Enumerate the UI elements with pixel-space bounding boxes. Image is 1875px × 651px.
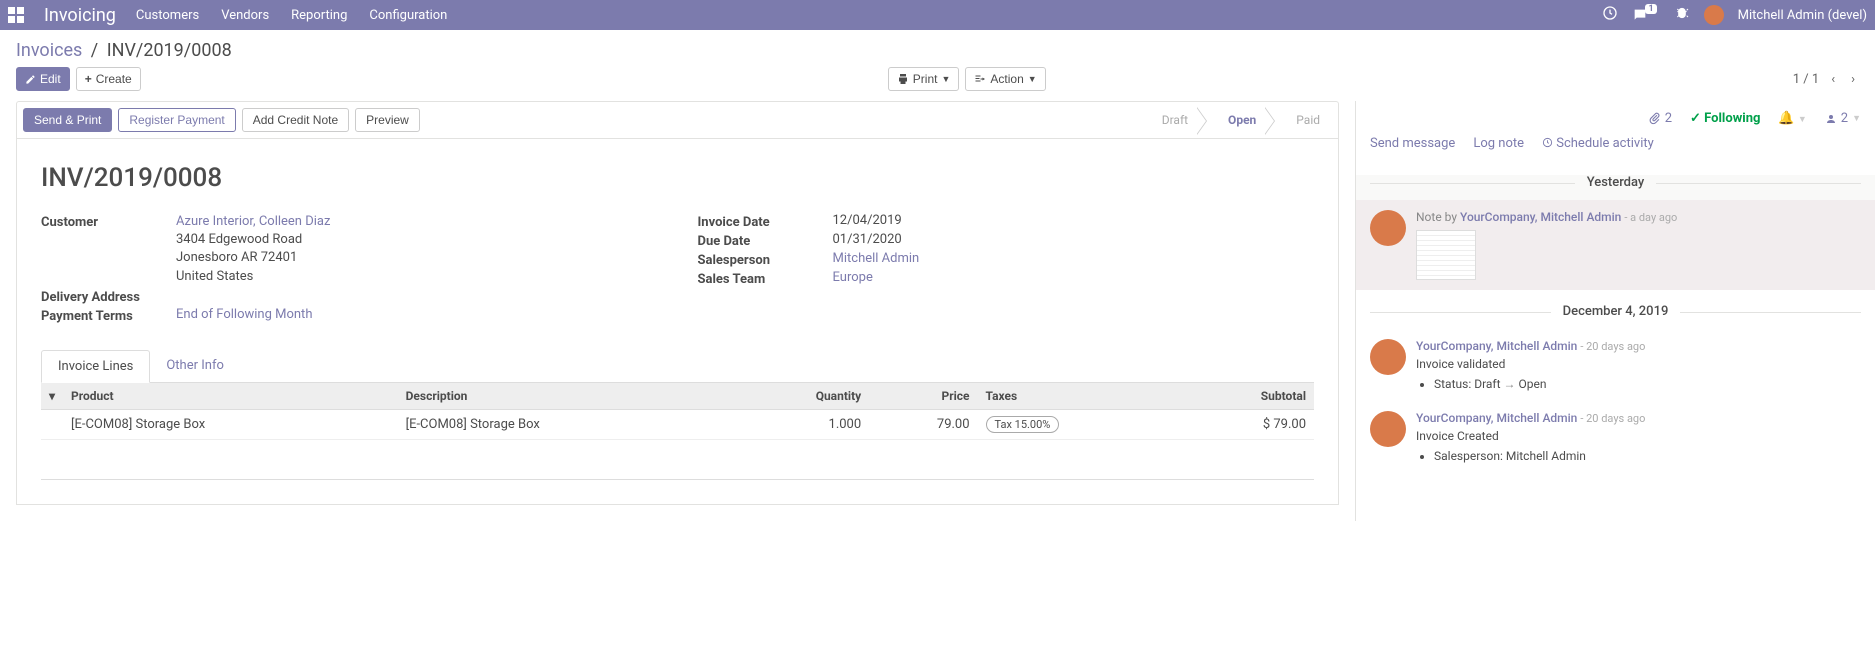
message-text: Invoice Created <box>1416 429 1861 443</box>
tab-other-info[interactable]: Other Info <box>150 350 240 382</box>
action-button[interactable]: Action▼ <box>965 67 1045 91</box>
pager-prev[interactable]: ‹ <box>1827 68 1839 91</box>
menu-vendors[interactable]: Vendors <box>221 8 269 23</box>
message-text: Invoice validated <box>1416 357 1861 371</box>
chat-icon[interactable]: 1 <box>1632 7 1659 23</box>
attachments-button[interactable]: 2 <box>1648 111 1672 126</box>
create-button[interactable]: +Create <box>76 67 141 91</box>
chatter: 2 Following 🔔 ▼ 2 ▼ Send message Log not… <box>1355 101 1875 521</box>
add-credit-note-button[interactable]: Add Credit Note <box>242 108 349 132</box>
preview-button[interactable]: Preview <box>355 108 420 132</box>
chat-badge: 1 <box>1645 4 1656 14</box>
date-separator: Yesterday <box>1356 175 1875 190</box>
breadcrumb-separator: / <box>91 40 98 61</box>
tax-badge: Tax 15.00% <box>986 416 1060 433</box>
message-time: - 20 days ago <box>1580 412 1645 425</box>
top-menu: Customers Vendors Reporting Configuratio… <box>136 8 447 23</box>
breadcrumb-root[interactable]: Invoices <box>16 40 82 61</box>
status-draft[interactable]: Draft <box>1140 107 1206 133</box>
message-author[interactable]: YourCompany, Mitchell Admin <box>1416 339 1577 353</box>
debug-icon[interactable] <box>1674 5 1690 25</box>
pager-next[interactable]: › <box>1847 68 1859 91</box>
menu-reporting[interactable]: Reporting <box>291 8 347 23</box>
avatar <box>1370 210 1406 246</box>
tabs: Invoice Lines Other Info <box>41 350 1314 383</box>
message-time: - a day ago <box>1624 211 1677 224</box>
address-line1: 3404 Edgewood Road <box>176 231 658 249</box>
label-sales-team: Sales Team <box>698 270 833 287</box>
apps-icon[interactable] <box>8 7 24 23</box>
message: YourCompany, Mitchell Admin - 20 days ag… <box>1356 329 1875 401</box>
breadcrumb-current: INV/2019/0008 <box>107 40 232 61</box>
salesperson-link[interactable]: Mitchell Admin <box>833 251 920 266</box>
message-time: - 20 days ago <box>1580 340 1645 353</box>
avatar <box>1370 411 1406 447</box>
address-country: United States <box>176 268 658 286</box>
status-steps: Draft Open Paid <box>1140 107 1338 133</box>
log-note-button[interactable]: Log note <box>1473 136 1524 151</box>
payment-terms-link[interactable]: End of Following Month <box>176 307 312 322</box>
date-separator: December 4, 2019 <box>1356 304 1875 319</box>
th-subtotal: Subtotal <box>1178 383 1314 410</box>
arrow-right-icon: → <box>1504 377 1516 391</box>
send-print-button[interactable]: Send & Print <box>23 108 112 132</box>
pager: 1 / 1 ‹ › <box>1793 68 1859 91</box>
table-row[interactable]: [E-COM08] Storage Box [E-COM08] Storage … <box>41 409 1314 439</box>
address-line2: Jonesboro AR 72401 <box>176 249 658 267</box>
cell-subtotal: $ 79.00 <box>1178 409 1314 439</box>
record-title: INV/2019/0008 <box>41 163 1314 193</box>
statusbar: Send & Print Register Payment Add Credit… <box>16 101 1339 139</box>
schedule-activity-button[interactable]: Schedule activity <box>1542 136 1654 151</box>
edit-button[interactable]: Edit <box>16 67 70 91</box>
message: YourCompany, Mitchell Admin - 20 days ag… <box>1356 401 1875 473</box>
th-taxes: Taxes <box>978 383 1178 410</box>
invoice-lines-table: ▾ Product Description Quantity Price Tax… <box>41 383 1314 480</box>
expand-column[interactable]: ▾ <box>41 383 63 410</box>
register-payment-button[interactable]: Register Payment <box>118 108 235 132</box>
tab-invoice-lines[interactable]: Invoice Lines <box>41 350 150 383</box>
message-author[interactable]: YourCompany, Mitchell Admin <box>1416 411 1577 425</box>
status-paid[interactable]: Paid <box>1274 107 1338 133</box>
user-name[interactable]: Mitchell Admin (devel) <box>1738 8 1867 23</box>
label-delivery: Delivery Address <box>41 288 176 305</box>
attachment-thumb[interactable] <box>1416 230 1476 280</box>
th-product: Product <box>63 383 398 410</box>
sales-team-link[interactable]: Europe <box>833 270 873 285</box>
th-quantity: Quantity <box>732 383 869 410</box>
message-author[interactable]: YourCompany, Mitchell Admin <box>1460 210 1621 224</box>
breadcrumb: Invoices / INV/2019/0008 <box>16 40 232 61</box>
th-price: Price <box>869 383 977 410</box>
cell-product: [E-COM08] Storage Box <box>63 409 398 439</box>
following-button[interactable]: Following <box>1690 111 1760 126</box>
print-button[interactable]: Print▼ <box>888 67 960 91</box>
form-sheet: INV/2019/0008 Customer Azure Interior, C… <box>16 139 1339 505</box>
th-description: Description <box>398 383 733 410</box>
label-customer: Customer <box>41 213 176 286</box>
label-terms: Payment Terms <box>41 307 176 324</box>
send-message-button[interactable]: Send message <box>1370 136 1455 151</box>
due-date: 01/31/2020 <box>833 232 1315 249</box>
clock-icon[interactable] <box>1602 5 1618 25</box>
user-avatar[interactable] <box>1704 5 1724 25</box>
cell-price: 79.00 <box>869 409 977 439</box>
avatar <box>1370 339 1406 375</box>
message-note: Note by YourCompany, Mitchell Admin - a … <box>1356 200 1875 290</box>
bell-icon[interactable]: 🔔 ▼ <box>1778 111 1806 126</box>
app-name[interactable]: Invoicing <box>44 5 116 26</box>
top-navigation: Invoicing Customers Vendors Reporting Co… <box>0 0 1875 30</box>
menu-customers[interactable]: Customers <box>136 8 199 23</box>
menu-configuration[interactable]: Configuration <box>369 8 447 23</box>
label-due-date: Due Date <box>698 232 833 249</box>
cell-description: [E-COM08] Storage Box <box>398 409 733 439</box>
label-salesperson: Salesperson <box>698 251 833 268</box>
status-open[interactable]: Open <box>1206 107 1274 133</box>
pager-position: 1 / 1 <box>1793 72 1819 87</box>
cell-qty: 1.000 <box>732 409 869 439</box>
label-invoice-date: Invoice Date <box>698 213 833 230</box>
followers-button[interactable]: 2 ▼ <box>1825 111 1861 126</box>
customer-link[interactable]: Azure Interior, Colleen Diaz <box>176 214 330 229</box>
invoice-date: 12/04/2019 <box>833 213 1315 230</box>
